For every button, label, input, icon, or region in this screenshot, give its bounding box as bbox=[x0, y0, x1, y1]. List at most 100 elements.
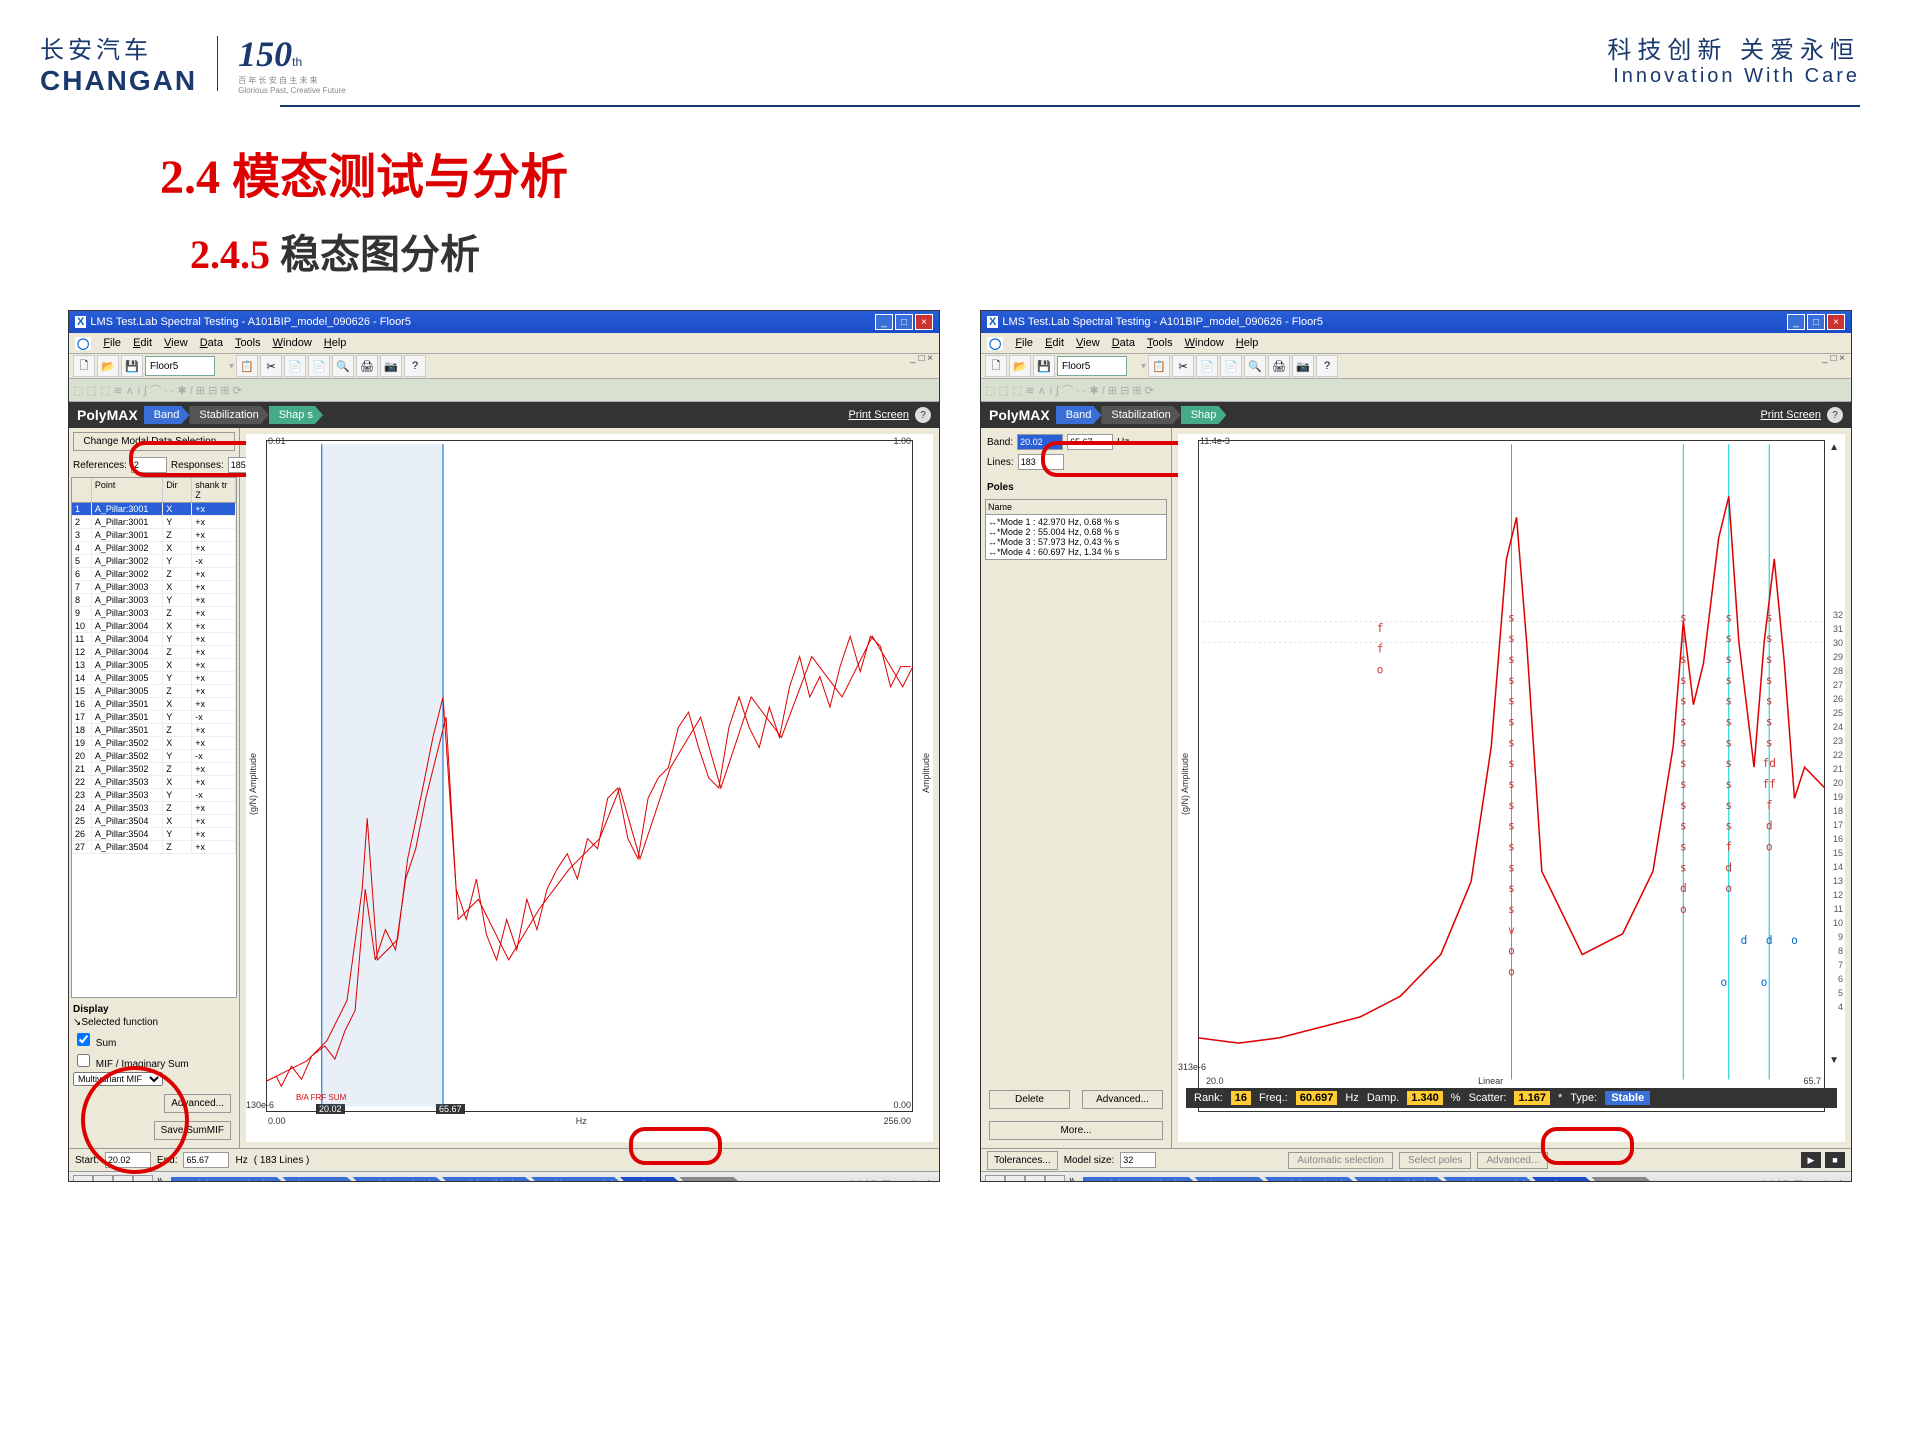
table-row[interactable]: 15A_Pillar:3005Z+x bbox=[72, 685, 236, 698]
tab-multi-run[interactable]: Multi-Run Modal bbox=[1443, 1177, 1536, 1183]
mdi-buttons[interactable]: _ □ × bbox=[910, 353, 933, 364]
print-screen-link[interactable]: Print Screen bbox=[1760, 409, 1821, 421]
table-row[interactable]: 19A_Pillar:3502X+x bbox=[72, 737, 236, 750]
tb-print-icon[interactable]: 🖨 bbox=[356, 355, 378, 377]
minimize-button[interactable]: _ bbox=[875, 314, 893, 330]
close-button[interactable]: × bbox=[915, 314, 933, 330]
delete-button[interactable]: Delete bbox=[989, 1090, 1070, 1109]
window-titlebar[interactable]: XLMS Test.Lab Spectral Testing - A101BIP… bbox=[69, 311, 939, 333]
nav-buttons[interactable]: ⏮◀▶⏭ bbox=[73, 1175, 153, 1182]
menu-view[interactable]: View bbox=[164, 337, 188, 349]
advanced-button[interactable]: Advanced... bbox=[164, 1094, 231, 1113]
select-poles-button[interactable]: Select poles bbox=[1399, 1152, 1471, 1169]
advanced-button[interactable]: Advanced... bbox=[1477, 1152, 1548, 1169]
more-button[interactable]: More... bbox=[989, 1121, 1163, 1140]
mif-select[interactable]: Multivariant MIF bbox=[73, 1072, 163, 1086]
tb-print-icon[interactable]: 🖨 bbox=[1268, 355, 1290, 377]
new-icon[interactable]: 🗋 bbox=[985, 355, 1007, 377]
menu-bar[interactable]: ◯ File Edit View Data Tools Window Help bbox=[69, 333, 939, 354]
table-row[interactable]: 11A_Pillar:3004Y+x bbox=[72, 633, 236, 646]
section-input[interactable] bbox=[145, 356, 215, 376]
menu-data[interactable]: Data bbox=[1112, 337, 1135, 349]
maximize-button[interactable]: □ bbox=[895, 314, 913, 330]
tab-stabilization[interactable]: Stabilization bbox=[1101, 406, 1180, 424]
down-arrow-icon[interactable]: ▼ bbox=[1829, 1055, 1839, 1066]
tb-copy2-icon[interactable]: 📄 bbox=[308, 355, 330, 377]
menu-view[interactable]: View bbox=[1076, 337, 1100, 349]
sum-checkbox[interactable]: Sum bbox=[73, 1030, 235, 1049]
mode-row[interactable]: ↔*Mode 2 : 55.004 Hz, 0.68 % s bbox=[988, 527, 1164, 537]
tb-help-icon[interactable]: ? bbox=[1316, 355, 1338, 377]
tolerances-button[interactable]: Tolerances... bbox=[987, 1151, 1058, 1170]
table-row[interactable]: 22A_Pillar:3503X+x bbox=[72, 776, 236, 789]
tb-copy-icon[interactable]: 📄 bbox=[284, 355, 306, 377]
playback-buttons[interactable]: ▶■ bbox=[1801, 1152, 1845, 1168]
tab-modal-synthesis[interactable]: Modal Synthesis bbox=[352, 1177, 445, 1183]
points-table[interactable]: Point Dir shank tr Z 1A_Pillar:3001X+x2A… bbox=[71, 477, 237, 998]
tab-multi-run[interactable]: Multi-Run Modal bbox=[531, 1177, 624, 1183]
menu-help[interactable]: Help bbox=[1236, 337, 1259, 349]
minimize-button[interactable]: _ bbox=[1787, 314, 1805, 330]
table-row[interactable]: 1A_Pillar:3001X+x bbox=[72, 503, 236, 516]
references-input[interactable] bbox=[131, 457, 167, 473]
tb-camera-icon[interactable]: 📷 bbox=[1292, 355, 1314, 377]
tb-preview-icon[interactable]: 🔍 bbox=[1244, 355, 1266, 377]
model-size-input[interactable] bbox=[1120, 1152, 1156, 1168]
print-screen-link[interactable]: Print Screen bbox=[848, 409, 909, 421]
table-row[interactable]: 17A_Pillar:3501Y-x bbox=[72, 711, 236, 724]
open-icon[interactable]: 📂 bbox=[97, 355, 119, 377]
tab-polymax[interactable]: PolyMAX bbox=[1532, 1177, 1595, 1183]
maximize-button[interactable]: □ bbox=[1807, 314, 1825, 330]
tab-time-mdof[interactable]: Time MDOF bbox=[1194, 1177, 1268, 1183]
menu-data[interactable]: Data bbox=[200, 337, 223, 349]
end-input[interactable] bbox=[183, 1152, 229, 1168]
tb-paste-icon[interactable]: 📋 bbox=[1148, 355, 1170, 377]
help-icon[interactable]: ? bbox=[1827, 407, 1843, 423]
table-row[interactable]: 9A_Pillar:3003Z+x bbox=[72, 607, 236, 620]
menu-edit[interactable]: Edit bbox=[1045, 337, 1064, 349]
table-row[interactable]: 24A_Pillar:3503Z+x bbox=[72, 802, 236, 815]
table-row[interactable]: 16A_Pillar:3501X+x bbox=[72, 698, 236, 711]
save-icon[interactable]: 💾 bbox=[121, 355, 143, 377]
table-row[interactable]: 13A_Pillar:3005X+x bbox=[72, 659, 236, 672]
tab-geometry[interactable]: Geometry bbox=[679, 1177, 743, 1183]
menu-file[interactable]: File bbox=[103, 337, 121, 349]
tab-geometry[interactable]: Geometry bbox=[1591, 1177, 1655, 1183]
table-row[interactable]: 2A_Pillar:3001Y+x bbox=[72, 516, 236, 529]
new-icon[interactable]: 🗋 bbox=[73, 355, 95, 377]
table-body[interactable]: 1A_Pillar:3001X+x2A_Pillar:3001Y+x3A_Pil… bbox=[72, 503, 236, 854]
poles-list[interactable]: Name ↔*Mode 1 : 42.970 Hz, 0.68 % s ↔*Mo… bbox=[985, 499, 1167, 560]
lines-input[interactable] bbox=[1018, 454, 1064, 470]
menu-edit[interactable]: Edit bbox=[133, 337, 152, 349]
advanced-button[interactable]: Advanced... bbox=[1082, 1090, 1163, 1109]
tab-stabilization[interactable]: Stabilization bbox=[189, 406, 268, 424]
menu-help[interactable]: Help bbox=[324, 337, 347, 349]
tab-modal-validation[interactable]: Modal Validation bbox=[1354, 1177, 1447, 1183]
menu-tools[interactable]: Tools bbox=[1147, 337, 1173, 349]
table-row[interactable]: 12A_Pillar:3004Z+x bbox=[72, 646, 236, 659]
nav-buttons[interactable]: ⏮◀▶⏭ bbox=[985, 1175, 1065, 1182]
stabilization-chart[interactable]: 11.4e-3 313e-6 20.0 65.7 Hz Linear (g/N)… bbox=[1178, 434, 1845, 1142]
tab-modal-synthesis[interactable]: Modal Synthesis bbox=[1264, 1177, 1357, 1183]
tb-copy-icon[interactable]: 📄 bbox=[1196, 355, 1218, 377]
band-end-input[interactable] bbox=[1067, 434, 1113, 450]
save-summif-button[interactable]: Save SumMIF bbox=[154, 1121, 231, 1140]
table-row[interactable]: 4A_Pillar:3002X+x bbox=[72, 542, 236, 555]
table-row[interactable]: 20A_Pillar:3502Y-x bbox=[72, 750, 236, 763]
tb-copy2-icon[interactable]: 📄 bbox=[1220, 355, 1242, 377]
help-icon[interactable]: ? bbox=[915, 407, 931, 423]
tb-preview-icon[interactable]: 🔍 bbox=[332, 355, 354, 377]
mdi-buttons[interactable]: _ □ × bbox=[1822, 353, 1845, 364]
table-row[interactable]: 8A_Pillar:3003Y+x bbox=[72, 594, 236, 607]
table-row[interactable]: 23A_Pillar:3503Y-x bbox=[72, 789, 236, 802]
window-titlebar[interactable]: XLMS Test.Lab Spectral Testing - A101BIP… bbox=[981, 311, 1851, 333]
menu-file[interactable]: File bbox=[1015, 337, 1033, 349]
auto-selection-button[interactable]: Automatic selection bbox=[1288, 1152, 1393, 1169]
save-icon[interactable]: 💾 bbox=[1033, 355, 1055, 377]
tab-modal-data-selection[interactable]: Modal Data Selection bbox=[171, 1177, 286, 1183]
menu-window[interactable]: Window bbox=[1185, 337, 1224, 349]
start-input[interactable] bbox=[105, 1152, 151, 1168]
workflow-tabs[interactable]: ⏮◀▶⏭ 》 Modal Data Selection Time MDOF Mo… bbox=[69, 1171, 939, 1182]
menu-window[interactable]: Window bbox=[273, 337, 312, 349]
tab-modal-validation[interactable]: Modal Validation bbox=[442, 1177, 535, 1183]
